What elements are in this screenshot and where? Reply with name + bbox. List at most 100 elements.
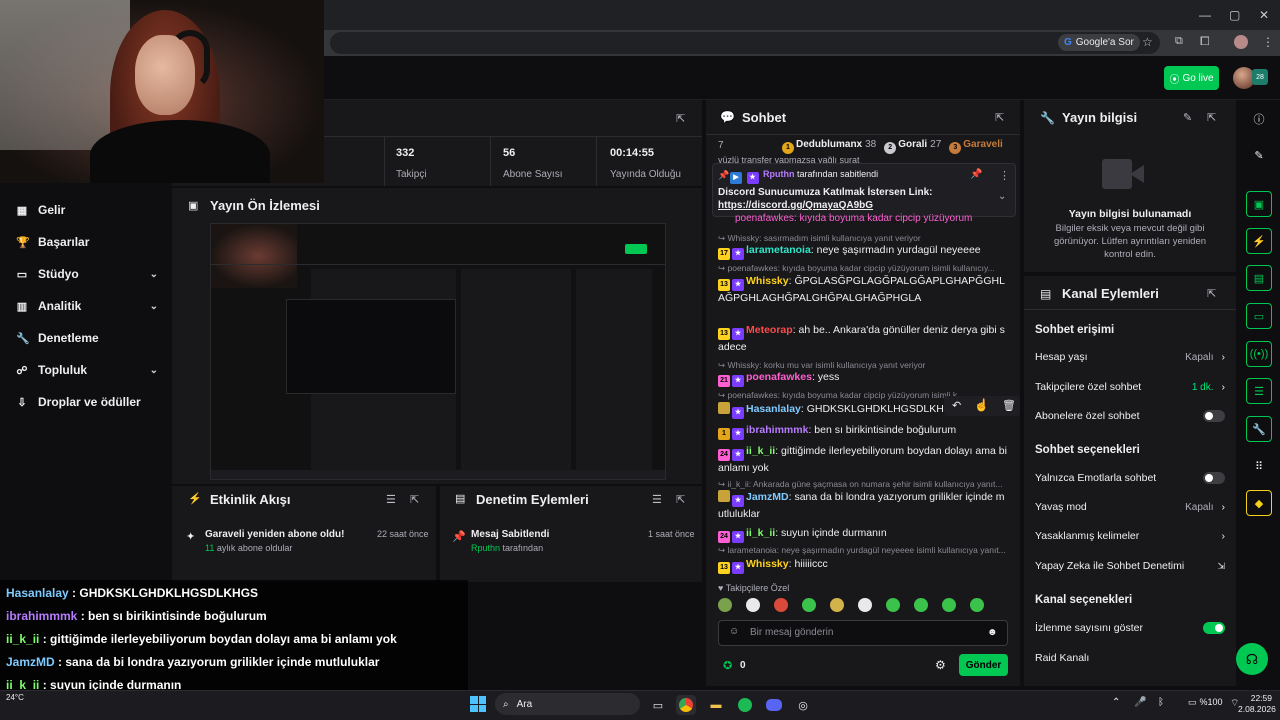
clock[interactable]: 22:59 2.08.2026: [1238, 693, 1276, 715]
filter-icon[interactable]: ☰: [652, 493, 662, 506]
ai-mod-row[interactable]: Yapay Zeka ile Sohbet Denetimi ⇲: [1035, 560, 1225, 572]
chat-username[interactable]: JamzMD: [746, 491, 789, 503]
points-icon[interactable]: ✪: [723, 659, 732, 672]
leaderboard-entry[interactable]: 1 Dedublumanx 38: [782, 139, 876, 154]
camera-rail-icon[interactable]: ▣: [1246, 191, 1272, 217]
slow-mode-row[interactable]: Yavaş mod Kapalı ›: [1035, 501, 1225, 513]
chrome-icon[interactable]: [676, 695, 696, 715]
sidebar-item-6[interactable]: ⇩ Droplar ve ödüller: [16, 392, 158, 412]
chat-username[interactable]: ii_k_ii: [746, 527, 775, 539]
popout-icon[interactable]: ⇱: [995, 111, 1004, 124]
sidebar-item-2[interactable]: ▭ Stüdyo ⌄: [16, 264, 158, 284]
edit-icon[interactable]: ✎: [1183, 111, 1192, 124]
tray-chevron-icon[interactable]: ⌃: [1112, 697, 1120, 708]
sidebar-item-4[interactable]: 🔧 Denetleme: [16, 328, 158, 348]
chat-username[interactable]: ibrahimmmk: [746, 424, 808, 436]
reply-context[interactable]: ↪ larametanoia: neye şaşırmadın yurdagül…: [718, 545, 1018, 556]
leaderboard-entry[interactable]: 2 Gorali 27: [884, 139, 941, 154]
reply-context[interactable]: ↪ poenafawkes: kıyıda boyuma kadar cipci…: [718, 263, 1018, 274]
popout-icon[interactable]: ⇱: [410, 493, 419, 506]
chat-message[interactable]: 24 ★ ii_k_ii: suyun içinde durmanın: [718, 526, 1010, 543]
bookmark-star-icon[interactable]: ☆: [1142, 35, 1153, 49]
google-ask-chip[interactable]: G Google'a Sor: [1058, 34, 1140, 51]
microphone-icon[interactable]: 🎤: [1134, 697, 1146, 708]
chat-username[interactable]: larametanoia: [746, 244, 811, 256]
reply-icon[interactable]: ↶: [952, 399, 961, 412]
puzzle-icon[interactable]: ◆: [1246, 490, 1272, 516]
chat-username[interactable]: Whissky: [746, 275, 789, 287]
emote-icon[interactable]: [774, 598, 788, 612]
windows-start-icon[interactable]: [470, 696, 486, 712]
discord-icon[interactable]: [764, 695, 784, 715]
account-age-row[interactable]: Hesap yaşı Kapalı ›: [1035, 351, 1225, 363]
taskbar-search[interactable]: ⌕ Ara: [495, 693, 640, 715]
sidebar-item-5[interactable]: ☍ Topluluk ⌄: [16, 360, 158, 380]
unpin-icon[interactable]: 📌: [970, 169, 982, 180]
lightning-rail-icon[interactable]: ⚡: [1246, 228, 1272, 254]
chat-username[interactable]: poenafawkes: [746, 371, 812, 383]
subs-only-toggle[interactable]: [1203, 410, 1225, 422]
obs-icon[interactable]: ◎: [793, 695, 813, 715]
chat-message[interactable]: 21 ★ poenafawkes: yess: [718, 370, 1010, 387]
bluetooth-icon[interactable]: ᛒ: [1158, 697, 1164, 708]
chat-username[interactable]: Hasanlalay: [746, 403, 801, 415]
reply-context[interactable]: ↪ ii_k_ii: Ankarada güne şaçmasa on numa…: [718, 479, 1018, 490]
chat-message[interactable]: 17 ★ larametanoia: neye şaşırmadın yurdagü…: [718, 243, 1010, 260]
spotify-icon[interactable]: [735, 695, 755, 715]
chat-username[interactable]: ii_k_ii: [746, 445, 775, 457]
pinned-link[interactable]: https://discord.gg/QmayaQA9bG: [718, 200, 873, 211]
emote-icon[interactable]: [942, 598, 956, 612]
emoji-icon[interactable]: ☻: [987, 627, 998, 638]
chat-message[interactable]: 24 ★ ii_k_ii: gittiğimde ilerleyebiliyorum…: [718, 444, 1010, 476]
task-view-icon[interactable]: ▭: [648, 695, 668, 715]
chevron-down-icon[interactable]: ⌄: [150, 365, 158, 376]
help-headset-icon[interactable]: ☊: [1236, 643, 1268, 675]
popout-icon[interactable]: ⇱: [676, 112, 685, 125]
sidebar-item-1[interactable]: 🏆 Başarılar: [16, 232, 158, 252]
emote-only-toggle[interactable]: [1203, 472, 1225, 484]
emote-picker-icon[interactable]: ☺: [729, 626, 739, 637]
send-button[interactable]: Gönder: [959, 654, 1008, 676]
users-icon[interactable]: ⠿: [1246, 453, 1272, 479]
close-window-button[interactable]: ✕: [1259, 8, 1269, 22]
followers-only-row[interactable]: Takipçilere özel sohbet 1 dk. ›: [1035, 381, 1225, 393]
chat-message[interactable]: 13 ★ Whissky: ĞPGLASĞPGLAGĞPALGĞAPLGHAPĞGH…: [718, 274, 1010, 306]
list-rail-icon[interactable]: ☰: [1246, 378, 1272, 404]
popout-icon[interactable]: ⇱: [1207, 287, 1216, 300]
document-icon[interactable]: ▤: [1246, 265, 1272, 291]
sidebar-item-0[interactable]: ▦ Gelir: [16, 200, 158, 220]
delete-icon[interactable]: 🗑: [1002, 399, 1016, 412]
emote-icon[interactable]: [886, 598, 900, 612]
chat-message[interactable]: 1 ★ ibrahimmmk: ben sı birikintisinde boğu…: [718, 423, 1010, 440]
chevron-down-icon[interactable]: ⌄: [150, 269, 158, 280]
leaderboard[interactable]: 1 Dedublumanx 38 2 Gorali 27 3 Garaveli: [782, 139, 1006, 154]
chevron-down-icon[interactable]: ⌄: [998, 191, 1006, 202]
settings-gear-icon[interactable]: ⚙: [935, 658, 946, 672]
address-bar[interactable]: [330, 32, 1160, 54]
emote-icon[interactable]: [830, 598, 844, 612]
maximize-button[interactable]: ▢: [1229, 8, 1240, 22]
filter-icon[interactable]: ☰: [386, 493, 396, 506]
chat-rail-icon[interactable]: ▭: [1246, 303, 1272, 329]
more-icon[interactable]: ⋮: [999, 169, 1010, 182]
chevron-down-icon[interactable]: ⌄: [150, 301, 158, 312]
folder-icon[interactable]: ▬: [706, 695, 726, 715]
emote-icon[interactable]: [858, 598, 872, 612]
go-live-button[interactable]: ⦿ Go live: [1164, 66, 1219, 90]
emote-icon[interactable]: [718, 598, 732, 612]
banned-words-row[interactable]: Yasaklanmış kelimeler ›: [1035, 530, 1225, 542]
emote-icon[interactable]: [802, 598, 816, 612]
chat-username[interactable]: Whissky: [746, 558, 789, 570]
chat-message[interactable]: 13 ★ Whissky: hiiiiiccc: [718, 557, 1010, 574]
wrench-rail-icon[interactable]: 🔧: [1246, 416, 1272, 442]
browser-menu-icon[interactable]: ⋮: [1262, 35, 1274, 49]
info-icon[interactable]: ⓘ: [1246, 106, 1272, 132]
chat-message[interactable]: 13 ★ Meteorap: ah be.. Ankara'da gönüller …: [718, 323, 1010, 355]
profile-icon[interactable]: [1234, 35, 1248, 49]
emote-icon[interactable]: [970, 598, 984, 612]
raid-row[interactable]: Raid Kanalı: [1035, 652, 1225, 664]
translate-icon[interactable]: ⧉: [1175, 35, 1183, 48]
viewer-count-toggle[interactable]: [1203, 622, 1225, 634]
popout-icon[interactable]: ⇱: [1207, 111, 1216, 124]
leaderboard-entry[interactable]: 3 Garaveli: [949, 139, 1005, 154]
